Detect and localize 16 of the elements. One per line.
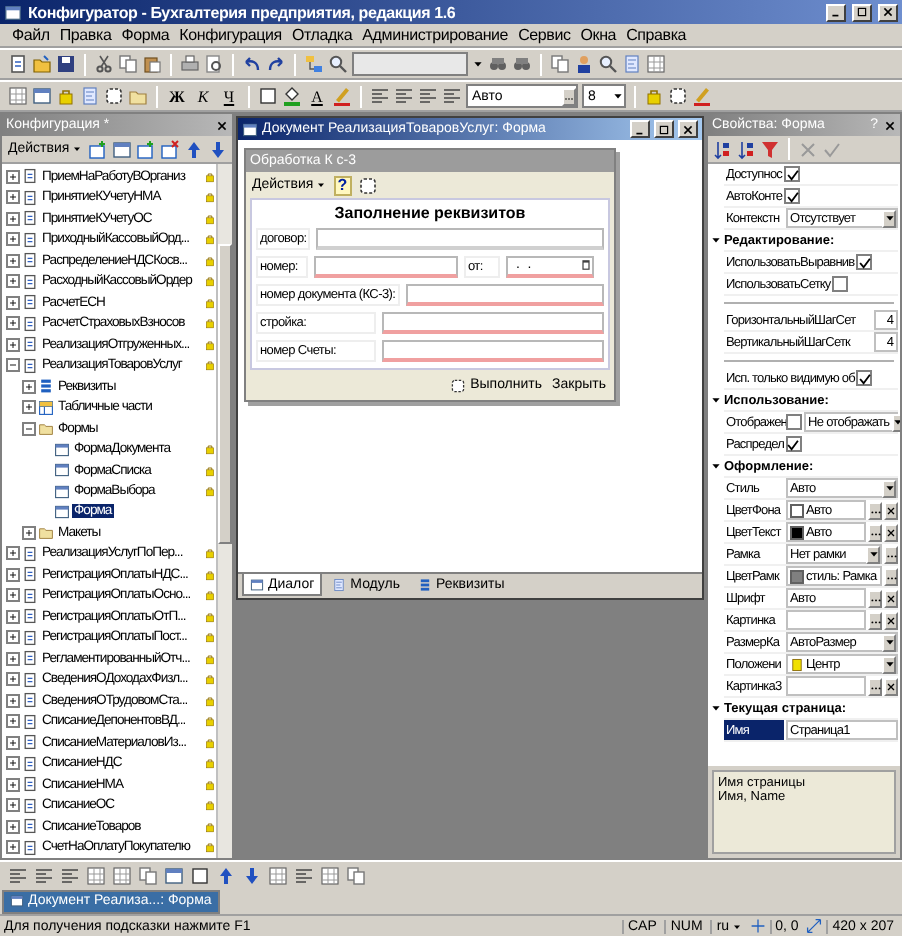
window-title: Конфигуратор - Бухгалтерия предприятия, редакция 1.6 [28,3,458,21]
group-heading: Заполнение реквизитов [334,204,526,222]
menu-item[interactable]: Сервис [518,26,571,44]
menu-item[interactable]: Справка [626,26,687,44]
menu-item[interactable]: Администрирование [362,26,509,44]
menu-item[interactable]: Конфигурация [179,26,282,44]
menu-item[interactable]: Отладка [291,26,353,44]
underline-button[interactable]: Ч [218,84,240,108]
menu-item[interactable]: Файл [12,26,50,44]
menu-item[interactable]: Окна [580,26,617,44]
italic-button[interactable]: К [192,84,214,108]
menu-item[interactable]: Форма [121,26,170,44]
text-color-button[interactable]: A [306,84,328,108]
bold-button[interactable]: Ж [166,84,188,108]
help-button[interactable]: ? [333,175,352,195]
menu-item[interactable]: Правка [59,26,112,44]
